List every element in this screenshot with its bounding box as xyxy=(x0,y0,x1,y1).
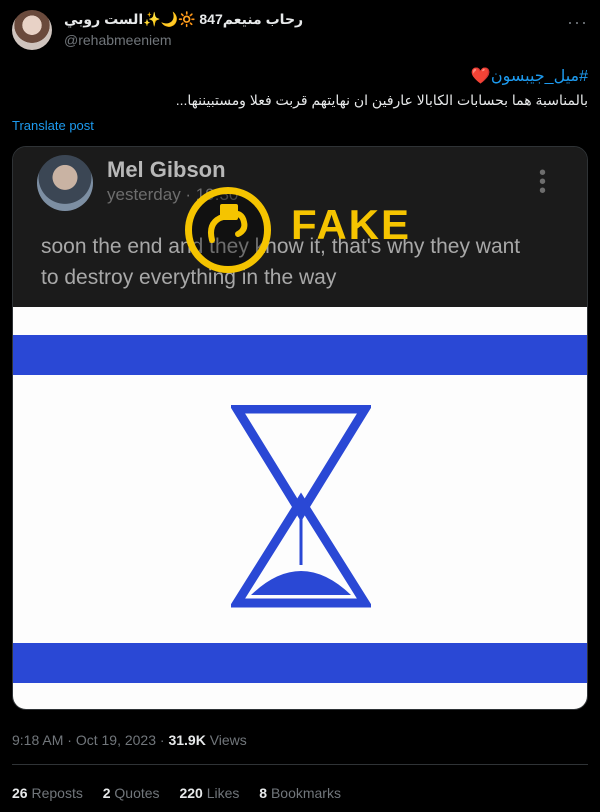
display-name[interactable]: رحاب منيعم847 🔆🌙✨الست روبي xyxy=(64,11,303,28)
tweet-meta: 9:18 AM · Oct 19, 2023 · 31.9K Views xyxy=(12,732,247,748)
views-label: Views xyxy=(209,732,247,748)
hashtag-link[interactable]: #ميل_جيبسون❤️ xyxy=(471,66,588,86)
ellipsis-icon[interactable]: ··· xyxy=(567,12,588,33)
tweet-text: بالمناسبة هما بحسابات الكابالا عارفين ان… xyxy=(175,92,588,108)
vertical-ellipsis-icon: • • • xyxy=(539,162,547,202)
reposts-stat[interactable]: 26 Reposts xyxy=(12,785,83,801)
likes-label: Likes xyxy=(206,785,240,801)
fake-label: FAKE xyxy=(291,201,412,248)
likes-count: 220 xyxy=(179,785,203,801)
likes-stat[interactable]: 220 Likes xyxy=(179,785,239,801)
reposts-count: 26 xyxy=(12,785,28,801)
hourglass-shape xyxy=(231,405,371,608)
flag-top-stripe xyxy=(13,335,587,375)
divider xyxy=(12,764,588,765)
fb-author-name: Mel Gibson xyxy=(107,157,226,182)
user-handle[interactable]: @rehabmeeniem xyxy=(64,32,172,48)
tweet-header: رحاب منيعم847 🔆🌙✨الست روبي @rehabmeeniem… xyxy=(12,8,588,54)
bookmarks-label: Bookmarks xyxy=(270,785,341,801)
bookmarks-count: 8 xyxy=(259,785,268,801)
meta-separator: · xyxy=(67,732,72,748)
translate-post-link[interactable]: Translate post xyxy=(12,118,94,133)
flag-image xyxy=(13,307,587,709)
tweet-media-image[interactable]: Mel Gibson yesterday · 19:30 • • • soon th… xyxy=(12,146,588,710)
avatar[interactable] xyxy=(12,10,52,50)
embedded-post-screenshot: Mel Gibson yesterday · 19:30 • • • soon th… xyxy=(13,147,587,307)
hashtag-text[interactable]: #ميل_جيبسون xyxy=(491,68,588,85)
tweet-time[interactable]: 9:18 AM xyxy=(12,732,63,748)
quotes-label: Quotes xyxy=(114,785,160,801)
quotes-stat[interactable]: 2 Quotes xyxy=(103,785,160,801)
quotes-count: 2 xyxy=(102,785,111,801)
reposts-label: Reposts xyxy=(31,785,83,801)
tweet-date[interactable]: Oct 19, 2023 xyxy=(76,732,156,748)
views-count: 31.9K xyxy=(168,732,206,748)
bookmarks-stat[interactable]: 8 Bookmarks xyxy=(259,785,341,801)
meta-separator: · xyxy=(159,732,165,748)
fb-avatar xyxy=(37,155,93,211)
fake-stamp-icon xyxy=(185,187,271,273)
engagement-stats: 26 Reposts 2 Quotes 220 Likes 8 Bookmark… xyxy=(12,785,357,801)
heart-icon: ❤️ xyxy=(470,68,491,85)
flag-bottom-stripe xyxy=(13,643,587,683)
